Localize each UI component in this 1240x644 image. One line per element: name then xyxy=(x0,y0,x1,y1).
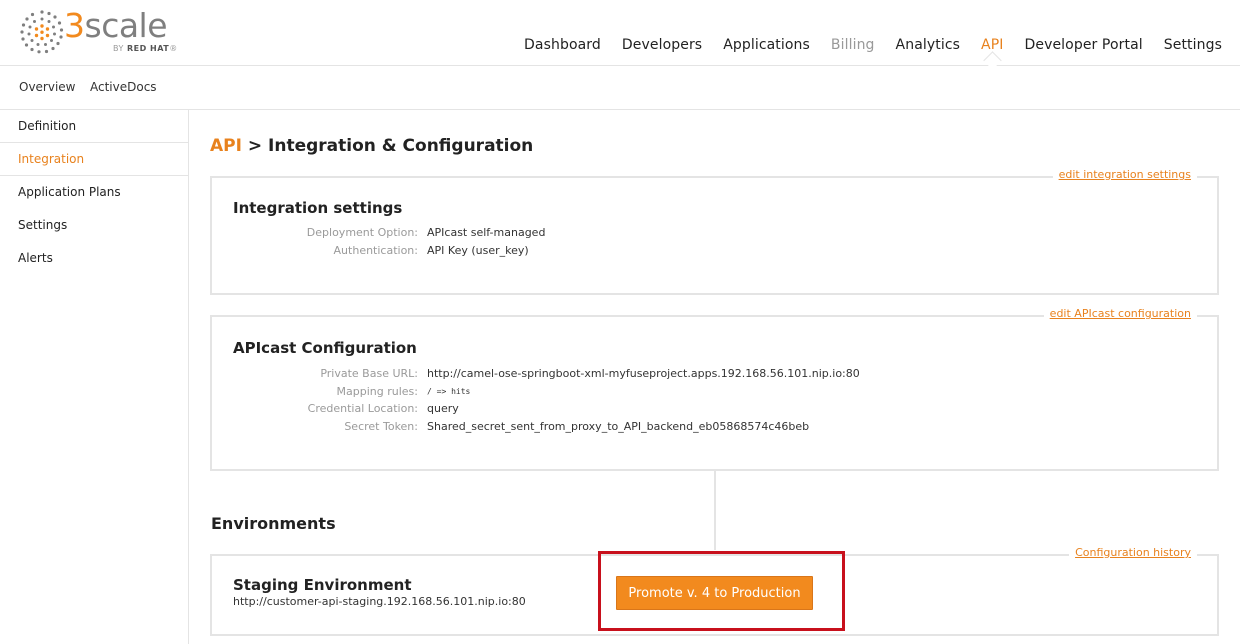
detail-label: Deployment Option: xyxy=(306,226,418,240)
flow-connector xyxy=(714,470,716,550)
apicast-configuration-panel: edit APIcast configuration APIcast Confi… xyxy=(210,307,1219,471)
detail-label: Authentication: xyxy=(333,243,418,257)
sidebar-item-alerts[interactable]: Alerts xyxy=(0,242,188,275)
detail-label: Credential Location: xyxy=(307,402,418,416)
detail-label: Secret Token: xyxy=(344,419,418,433)
subnav-activedocs[interactable]: ActiveDocs xyxy=(90,80,157,94)
edit-apicast-configuration-link[interactable]: edit APIcast configuration xyxy=(1043,307,1197,320)
environments-heading: Environments xyxy=(211,514,336,533)
sidebar: Definition Integration Application Plans… xyxy=(0,110,189,644)
detail-label: Mapping rules: xyxy=(336,384,418,398)
apicast-configuration-list: Private Base URL: http://camel-ose-sprin… xyxy=(212,365,912,435)
detail-value: http://camel-ose-springboot-xml-myfusepr… xyxy=(427,367,860,381)
nav-dashboard[interactable]: Dashboard xyxy=(524,37,601,53)
detail-value: Shared_secret_sent_from_proxy_to_API_bac… xyxy=(427,419,810,433)
nav-applications[interactable]: Applications xyxy=(723,37,810,53)
staging-environment-url: http://customer-api-staging.192.168.56.1… xyxy=(233,595,526,608)
detail-row: Private Base URL: http://camel-ose-sprin… xyxy=(212,365,912,383)
nav-analytics[interactable]: Analytics xyxy=(896,37,960,53)
detail-label: Private Base URL: xyxy=(320,367,418,381)
detail-value: APIcast self-managed xyxy=(427,226,546,240)
configuration-history-link[interactable]: Configuration history xyxy=(1069,546,1197,559)
sidebar-item-integration[interactable]: Integration xyxy=(0,143,188,176)
detail-row: Authentication: API Key (user_key) xyxy=(212,242,912,260)
page-title: API > Integration & Configuration xyxy=(210,136,534,156)
subnav-overview[interactable]: Overview xyxy=(19,80,76,94)
sidebar-item-application-plans[interactable]: Application Plans xyxy=(0,176,188,209)
sidebar-item-settings[interactable]: Settings xyxy=(0,209,188,242)
logo-dots-icon xyxy=(20,10,64,54)
top-header: 3scale BY RED HAT® Dashboard Developers … xyxy=(0,0,1240,66)
promote-to-production-button[interactable]: Promote v. 4 to Production xyxy=(616,576,813,610)
logo-wordmark: 3scale xyxy=(64,6,168,45)
detail-row: Credential Location: query xyxy=(212,400,912,418)
detail-row: Deployment Option: APIcast self-managed xyxy=(212,224,912,242)
detail-row: Secret Token: Shared_secret_sent_from_pr… xyxy=(212,418,912,436)
edit-integration-settings-link[interactable]: edit integration settings xyxy=(1052,168,1197,181)
3scale-logo[interactable]: 3scale BY RED HAT® xyxy=(18,6,178,58)
logo-byline: BY RED HAT® xyxy=(113,44,178,53)
nav-api[interactable]: API xyxy=(981,37,1003,53)
detail-value: query xyxy=(427,402,459,416)
nav-settings[interactable]: Settings xyxy=(1164,37,1222,53)
detail-value: / => hits xyxy=(427,386,471,396)
detail-row: Mapping rules: / => hits xyxy=(212,383,912,401)
staging-environment-title: Staging Environment xyxy=(233,576,412,594)
integration-settings-panel: edit integration settings Integration se… xyxy=(210,168,1219,295)
breadcrumb-api[interactable]: API xyxy=(210,136,242,156)
nav-developers[interactable]: Developers xyxy=(622,37,702,53)
nav-developer-portal[interactable]: Developer Portal xyxy=(1024,37,1142,53)
apicast-configuration-heading: APIcast Configuration xyxy=(233,339,417,357)
nav-billing[interactable]: Billing xyxy=(831,37,875,53)
main-navigation: Dashboard Developers Applications Billin… xyxy=(503,37,1222,53)
sub-navigation: Overview ActiveDocs xyxy=(0,66,1240,110)
integration-settings-heading: Integration settings xyxy=(233,199,403,217)
detail-value: API Key (user_key) xyxy=(427,243,529,257)
integration-settings-list: Deployment Option: APIcast self-managed … xyxy=(212,224,912,259)
sidebar-item-definition[interactable]: Definition xyxy=(0,110,188,143)
